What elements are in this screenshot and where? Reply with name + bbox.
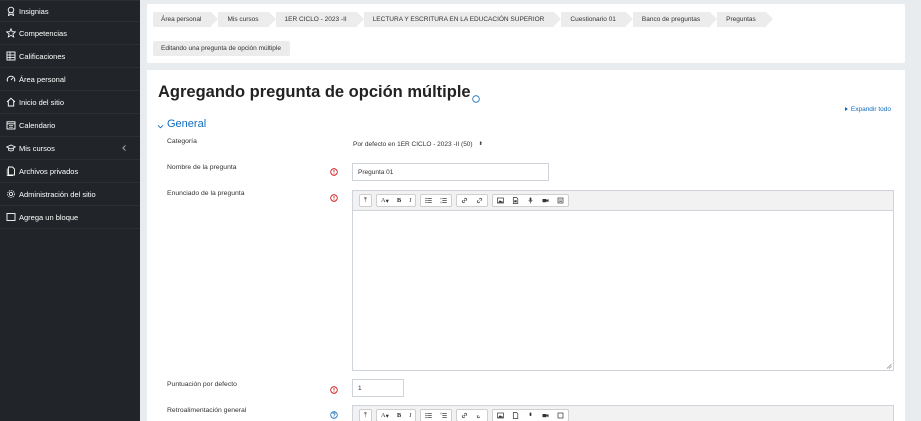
retroalimentacion-editor: ⤒ A ▾ B I (352, 405, 894, 421)
star-icon (6, 28, 16, 38)
sidebar-item-label: Administración del sitio (19, 189, 96, 199)
editor-toolbar: ⤒ A ▾ B I (353, 191, 893, 211)
field-label-enunciado: Enunciado de la pregunta (167, 190, 245, 197)
bold-button[interactable]: B (393, 410, 405, 421)
help-icon[interactable] (471, 89, 480, 103)
video-camera-icon[interactable] (538, 195, 553, 206)
unordered-list-icon[interactable] (421, 410, 436, 421)
select-arrows-icon: ⬍ (478, 141, 483, 147)
grades-table-icon (6, 51, 16, 61)
sidebar-item-area-personal[interactable]: Área personal (0, 68, 140, 91)
sidebar-item-label: Calendario (19, 120, 56, 130)
nombre-pregunta-input[interactable]: Pregunta 01 (352, 163, 549, 181)
help-icon[interactable] (330, 406, 338, 419)
italic-button[interactable]: I (405, 195, 415, 206)
microphone-icon[interactable] (523, 195, 538, 206)
expand-all-link[interactable]: Expandir todo (844, 106, 891, 113)
required-icon[interactable] (330, 189, 338, 202)
breadcrumb-panel: Área personal Mis cursos 1ER CICLO - 202… (147, 4, 905, 63)
categoria-select[interactable]: Por defecto en 1ER CICLO - 2023 -II (50)… (348, 136, 513, 152)
manage-files-icon[interactable] (553, 195, 568, 206)
breadcrumb-item[interactable]: LECTURA Y ESCRITURA EN LA EDUCACIÓN SUPE… (363, 12, 562, 27)
sidebar-item-label: Mis cursos (19, 143, 55, 153)
gear-icon (6, 189, 16, 199)
sidebar-item-calendario[interactable]: Calendario (0, 114, 140, 137)
image-icon[interactable] (493, 195, 508, 206)
sidebar-item-agrega-bloque[interactable]: Agrega un bloque (0, 206, 140, 229)
field-label-nombre: Nombre de la pregunta (167, 164, 237, 171)
font-style-button[interactable]: A ▾ (377, 195, 393, 206)
sidebar-item-label: Insignias (19, 6, 49, 16)
bold-button[interactable]: B (393, 195, 405, 206)
sidebar-item-label: Inicio del sitio (19, 97, 65, 107)
ordered-list-icon[interactable] (436, 410, 451, 421)
video-camera-icon[interactable] (538, 410, 553, 421)
link-icon[interactable] (457, 410, 472, 421)
page-title: Agregando pregunta de opción múltiple (158, 83, 480, 103)
unlink-icon[interactable] (472, 195, 487, 206)
field-label-categoria: Categoría (167, 138, 197, 145)
enunciado-editor: ⤒ A ▾ B I (352, 190, 894, 371)
ordered-list-icon[interactable] (436, 195, 451, 206)
chevron-left-icon[interactable] (120, 144, 128, 152)
badge-icon (6, 6, 16, 16)
breadcrumb-item[interactable]: Preguntas (717, 12, 773, 27)
sidebar-item-label: Calificaciones (19, 51, 66, 61)
required-icon[interactable] (330, 381, 338, 394)
unlink-icon[interactable] (472, 410, 487, 421)
resize-handle-icon[interactable] (886, 363, 892, 369)
breadcrumb-item[interactable]: Banco de preguntas (632, 12, 718, 27)
sidebar-nav: Insignias Competencias Calificaciones Ár… (0, 0, 140, 421)
triangle-right-icon (844, 107, 848, 112)
unordered-list-icon[interactable] (421, 195, 436, 206)
manage-files-icon[interactable] (553, 410, 568, 421)
sidebar-item-label: Archivos privados (19, 166, 79, 176)
breadcrumb-item[interactable]: Mis cursos (218, 12, 276, 27)
breadcrumb-item[interactable]: Cuestionario 01 (561, 12, 633, 27)
files-icon (6, 166, 16, 176)
media-file-icon[interactable] (508, 410, 523, 421)
sidebar-item-archivos-privados[interactable]: Archivos privados (0, 160, 140, 183)
sidebar-item-inicio-sitio[interactable]: Inicio del sitio (0, 91, 140, 114)
puntuacion-input[interactable]: 1 (352, 379, 404, 397)
graduation-cap-icon (6, 143, 16, 153)
breadcrumb: Área personal Mis cursos 1ER CICLO - 202… (153, 12, 773, 27)
breadcrumb-item[interactable]: 1ER CICLO - 2023 -II (275, 12, 364, 27)
editor-toolbar: ⤒ A ▾ B I (353, 406, 893, 421)
sidebar-item-label: Agrega un bloque (19, 212, 79, 222)
enunciado-textarea[interactable] (353, 211, 893, 370)
field-label-puntuacion: Puntuación por defecto (167, 381, 237, 388)
breadcrumb-current: Editando una pregunta de opción múltiple (153, 41, 290, 56)
image-icon[interactable] (493, 410, 508, 421)
sidebar-item-administracion[interactable]: Administración del sitio (0, 183, 140, 206)
main-form-panel: Agregando pregunta de opción múltiple Ex… (147, 70, 905, 421)
collapse-toolbar-button[interactable]: ⤒ (360, 195, 371, 206)
required-icon[interactable] (330, 163, 338, 176)
breadcrumb-item[interactable]: Área personal (153, 12, 220, 27)
sidebar-item-insignias[interactable]: Insignias (0, 0, 140, 22)
collapse-toolbar-button[interactable]: ⤒ (360, 410, 371, 421)
font-style-button[interactable]: A ▾ (377, 410, 393, 421)
sidebar-item-mis-cursos[interactable]: Mis cursos (0, 137, 140, 160)
chevron-down-icon (157, 121, 164, 129)
italic-button[interactable]: I (405, 410, 415, 421)
sidebar-item-label: Competencias (19, 28, 67, 38)
calendar-icon (6, 120, 16, 130)
home-icon (6, 97, 16, 107)
sidebar-item-calificaciones[interactable]: Calificaciones (0, 45, 140, 68)
field-label-retroalimentacion: Retroalimentación general (167, 407, 247, 414)
microphone-icon[interactable] (523, 410, 538, 421)
link-icon[interactable] (457, 195, 472, 206)
sidebar-item-competencias[interactable]: Competencias (0, 22, 140, 45)
media-file-icon[interactable] (508, 195, 523, 206)
section-general-header[interactable]: General (157, 118, 206, 130)
dashboard-gauge-icon (6, 74, 16, 84)
sidebar-item-label: Área personal (19, 74, 66, 84)
square-icon (6, 212, 16, 222)
